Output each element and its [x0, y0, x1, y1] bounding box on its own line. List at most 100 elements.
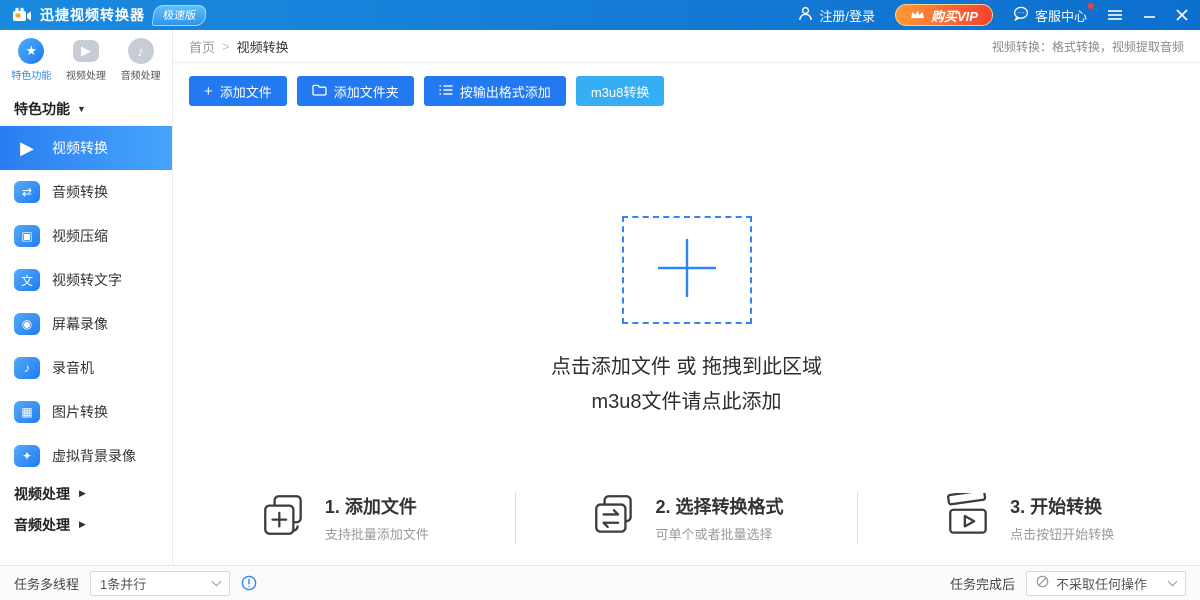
- app-logo-icon: [12, 7, 32, 24]
- add-by-format-button[interactable]: 按输出格式添加: [424, 76, 566, 106]
- sidebar-item-label: 图片转换: [52, 402, 108, 422]
- add-file-button[interactable]: + 添加文件: [189, 76, 287, 106]
- add-folder-button[interactable]: 添加文件夹: [297, 76, 414, 106]
- app-window: 迅捷视频转换器 极速版 注册/登录 购买VIP: [0, 0, 1200, 600]
- sidebar-item-voice-recorder[interactable]: ♪ 录音机: [0, 346, 172, 390]
- step-title: 3. 开始转换: [1010, 493, 1114, 519]
- choose-format-icon: [590, 493, 640, 544]
- sidebar-item-image-convert[interactable]: ▦ 图片转换: [0, 390, 172, 434]
- step-subtitle: 支持批量添加文件: [325, 524, 429, 543]
- sidebar-item-video-to-text[interactable]: 文 视频转文字: [0, 258, 172, 302]
- image-convert-icon: ▦: [14, 401, 40, 423]
- statusbar-right: 任务完成后 不采取任何操作: [950, 571, 1186, 596]
- star-icon: ★: [18, 38, 44, 64]
- concurrency-value: 1条并行: [100, 574, 146, 593]
- minimize-icon[interactable]: [1143, 9, 1156, 21]
- feature-hint: 视频转换：格式转换，视频提取音频: [992, 38, 1184, 55]
- step-title: 1. 添加文件: [325, 493, 429, 519]
- sidebar-item-label: 音频转换: [52, 182, 108, 202]
- breadcrumb-separator: >: [222, 39, 230, 54]
- sidebar-item-audio-convert[interactable]: ⇄ 音频转换: [0, 170, 172, 214]
- sidebar-section-featured[interactable]: 特色功能 ▼: [0, 88, 172, 126]
- app-title: 迅捷视频转换器: [40, 5, 145, 25]
- titlebar: 迅捷视频转换器 极速版 注册/登录 购买VIP: [0, 0, 1200, 30]
- sidebar-item-label: 虚拟背景录像: [52, 446, 136, 466]
- login-button[interactable]: 注册/登录: [798, 6, 875, 25]
- sidebar-item-label: 视频压缩: [52, 226, 108, 246]
- sidebar-item-video-convert[interactable]: ▶ 视频转换: [0, 126, 172, 170]
- dropzone-text-secondary: m3u8文件请点此添加: [173, 385, 1200, 414]
- chevron-down-icon: ▼: [77, 104, 86, 114]
- edition-badge: 极速版: [152, 5, 208, 26]
- vip-label: 购买VIP: [931, 6, 978, 25]
- step-start-convert: 3. 开始转换 点击按钮开始转换: [858, 482, 1200, 554]
- plus-icon: +: [204, 84, 213, 99]
- breadcrumb-current: 视频转换: [237, 37, 289, 56]
- breadcrumb-home[interactable]: 首页: [189, 37, 215, 56]
- film-play-icon: ▶: [14, 137, 40, 159]
- chat-bubble-icon: [1013, 6, 1029, 24]
- support-label: 客服中心: [1035, 6, 1087, 25]
- step-add-files: 1. 添加文件 支持批量添加文件: [173, 482, 515, 554]
- crown-icon: [910, 8, 925, 23]
- voice-recorder-icon: ♪: [14, 357, 40, 379]
- breadcrumb-bar: 首页 > 视频转换 视频转换：格式转换，视频提取音频: [173, 30, 1200, 63]
- sidebar-section-audio-processing[interactable]: 音频处理 ▶: [0, 509, 172, 540]
- statusbar: 任务多线程 1条并行 任务完成后 不采取任何操作: [0, 565, 1200, 600]
- info-icon[interactable]: [241, 575, 257, 591]
- buy-vip-button[interactable]: 购买VIP: [895, 4, 993, 26]
- add-files-icon: [259, 493, 309, 544]
- sidebar: ★ 特色功能 ▶ 视频处理 ♪ 音频处理 特色功能 ▼ ▶ 视频转换 ⇄ 音频转…: [0, 30, 173, 565]
- m3u8-convert-button[interactable]: m3u8转换: [576, 76, 665, 106]
- concurrency-select[interactable]: 1条并行: [90, 571, 230, 596]
- chevron-down-icon: [212, 576, 222, 586]
- step-subtitle: 可单个或者批量选择: [656, 524, 784, 543]
- chevron-right-icon: ▶: [79, 488, 86, 499]
- step-choose-format: 2. 选择转换格式 可单个或者批量选择: [516, 482, 858, 554]
- sidebar-item-label: 视频转文字: [52, 270, 122, 290]
- video-icon: ▶: [73, 40, 99, 62]
- chevron-down-icon: [1168, 576, 1178, 586]
- user-icon: [798, 6, 813, 24]
- hamburger-menu-icon[interactable]: [1107, 9, 1123, 21]
- after-task-label: 任务完成后: [950, 574, 1015, 593]
- video-to-text-icon: 文: [14, 269, 40, 291]
- dropzone-text-primary: 点击添加文件 或 拖拽到此区域: [173, 350, 1200, 379]
- notification-dot: [1088, 3, 1094, 9]
- chevron-right-icon: ▶: [79, 519, 86, 530]
- list-icon: [439, 84, 453, 99]
- sidebar-item-label: 视频转换: [52, 138, 108, 158]
- step-title: 2. 选择转换格式: [656, 493, 784, 519]
- audio-convert-icon: ⇄: [14, 181, 40, 203]
- sidebar-item-label: 屏幕录像: [52, 314, 108, 334]
- sidebar-tabs: ★ 特色功能 ▶ 视频处理 ♪ 音频处理: [0, 30, 172, 88]
- sidebar-item-video-compress[interactable]: ▣ 视频压缩: [0, 214, 172, 258]
- music-note-icon: ♪: [128, 38, 154, 64]
- dropzone[interactable]: [622, 216, 752, 324]
- tab-audio-processing[interactable]: ♪ 音频处理: [113, 38, 168, 82]
- after-task-value: 不采取任何操作: [1056, 574, 1147, 593]
- steps-guide: 1. 添加文件 支持批量添加文件 2. 选择转换格式 可单个或者批量选择: [173, 482, 1200, 554]
- virtual-background-icon: ✦: [14, 445, 40, 467]
- tab-featured[interactable]: ★ 特色功能: [4, 38, 59, 82]
- main-panel: 首页 > 视频转换 视频转换：格式转换，视频提取音频 + 添加文件 添加文件夹: [173, 30, 1200, 565]
- plus-icon: [656, 237, 718, 304]
- start-convert-icon: [944, 493, 994, 544]
- sidebar-section-video-processing[interactable]: 视频处理 ▶: [0, 478, 172, 509]
- multithread-label: 任务多线程: [14, 574, 79, 593]
- support-center-button[interactable]: 客服中心: [1013, 6, 1087, 25]
- after-task-select[interactable]: 不采取任何操作: [1026, 571, 1186, 596]
- toolbar: + 添加文件 添加文件夹 按输出: [189, 76, 1184, 106]
- sidebar-item-virtual-background[interactable]: ✦ 虚拟背景录像: [0, 434, 172, 478]
- login-label: 注册/登录: [819, 6, 875, 25]
- close-icon[interactable]: [1176, 9, 1188, 21]
- sidebar-item-screen-record[interactable]: ◉ 屏幕录像: [0, 302, 172, 346]
- screen-record-icon: ◉: [14, 313, 40, 335]
- titlebar-actions: 注册/登录 购买VIP: [798, 4, 1188, 26]
- no-action-icon: [1036, 575, 1049, 591]
- folder-icon: [312, 84, 327, 99]
- sidebar-item-label: 录音机: [52, 358, 94, 378]
- video-compress-icon: ▣: [14, 225, 40, 247]
- section-label: 特色功能: [14, 99, 70, 119]
- tab-video-processing[interactable]: ▶ 视频处理: [59, 38, 114, 82]
